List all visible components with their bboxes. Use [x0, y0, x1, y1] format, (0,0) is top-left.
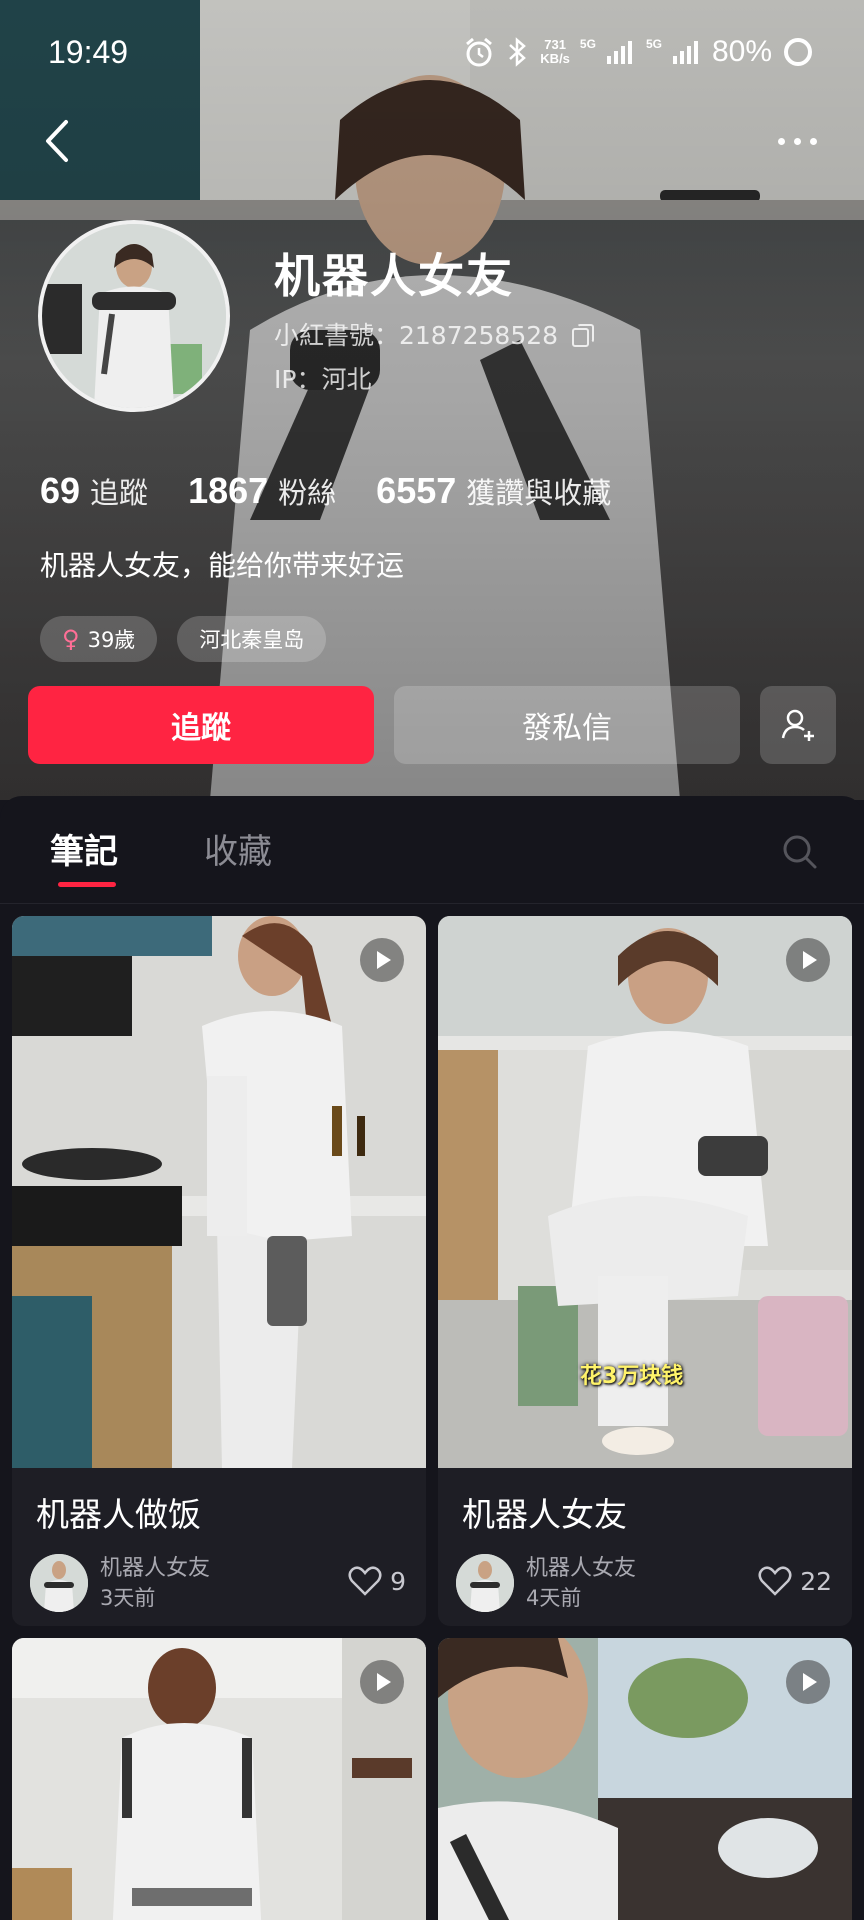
status-bar: 19:49 731 KB/s 5G 5G 80% [0, 0, 864, 110]
video-play-icon [360, 1660, 404, 1704]
heart-icon [348, 1566, 382, 1596]
signal-icon [672, 41, 698, 64]
profile-bio: 机器人女友，能给你带来好运 [40, 549, 405, 582]
like-button[interactable]: 9 [348, 1566, 406, 1596]
post-time: 3天前 [100, 1586, 156, 1610]
note-title: 机器人做饭 [36, 1495, 201, 1534]
message-button[interactable]: 發私信 [394, 686, 740, 764]
copy-icon[interactable] [570, 323, 595, 347]
like-button[interactable]: 22 [758, 1566, 832, 1596]
ip-location: IP：河北 [274, 365, 372, 394]
female-icon: ♀ [62, 625, 80, 653]
red-id: 小紅書號：2187258528 [274, 316, 595, 352]
bluetooth-icon [509, 37, 527, 67]
search-icon[interactable] [780, 832, 820, 872]
battery-level: 80% [711, 35, 772, 68]
author-avatar[interactable] [30, 1554, 88, 1612]
video-play-icon [786, 938, 830, 982]
stat-following[interactable]: 69 追蹤 [40, 470, 148, 512]
author-name[interactable]: 机器人女友 [526, 1550, 636, 1582]
dot-icon [793, 137, 801, 145]
stat-likes-collects[interactable]: 6557 獲讚與收藏 [376, 470, 611, 512]
video-play-icon [360, 938, 404, 982]
profile-actions: 追蹤 發私信 [28, 686, 836, 764]
stat-followers[interactable]: 1867 粉絲 [188, 470, 336, 512]
heart-icon [758, 1566, 792, 1596]
tab-collections[interactable]: 收藏 [204, 824, 272, 873]
note-card[interactable] [12, 1638, 426, 1920]
note-cover [12, 1638, 426, 1920]
note-card[interactable]: 花3万块钱 机器人女友 机器人女友 4天前 22 [438, 916, 852, 1626]
add-friend-button[interactable] [760, 686, 836, 764]
note-card[interactable] [438, 1638, 852, 1920]
note-cover [12, 916, 426, 1468]
battery-ring-icon [784, 38, 812, 66]
tab-notes[interactable]: 筆記 [50, 824, 118, 873]
tab-bar: 筆記 收藏 [0, 796, 864, 904]
notes-panel: 筆記 收藏 机器人做饭 机器人女友 3天前 9 花3万块钱 机器人女友 机器人女… [0, 796, 864, 1920]
clock: 19:49 [48, 34, 129, 70]
note-card[interactable]: 机器人做饭 机器人女友 3天前 9 [12, 916, 426, 1626]
post-time: 4天前 [526, 1586, 582, 1610]
active-tab-indicator [58, 882, 116, 887]
dot-icon [809, 137, 817, 145]
more-options-button[interactable] [770, 126, 824, 156]
signal-icon [606, 41, 632, 64]
author-name[interactable]: 机器人女友 [100, 1550, 210, 1582]
network-speed: 731 KB/s [540, 37, 570, 66]
add-user-icon [781, 709, 814, 741]
author-avatar[interactable] [456, 1554, 514, 1612]
profile-avatar[interactable] [38, 220, 230, 412]
dot-icon [777, 137, 785, 145]
note-cover: 花3万块钱 [438, 916, 852, 1468]
profile-nickname: 机器人女友 [274, 249, 514, 303]
profile-header: 19:49 731 KB/s 5G 5G 80% 机器人女友 小紅書號：2187… [0, 0, 864, 800]
tag-location: 河北秦皇岛 [177, 616, 327, 662]
video-play-icon [786, 1660, 830, 1704]
note-cover [438, 1638, 852, 1920]
follow-button[interactable]: 追蹤 [28, 686, 374, 764]
profile-tags: ♀ 39歲 河北秦皇岛 [40, 616, 327, 662]
back-button[interactable] [38, 114, 78, 168]
note-title: 机器人女友 [462, 1495, 627, 1534]
alarm-icon [466, 37, 493, 67]
video-caption: 花3万块钱 [580, 1364, 684, 1389]
tag-age: ♀ 39歲 [40, 616, 158, 662]
profile-stats: 69 追蹤 1867 粉絲 6557 獲讚與收藏 [40, 470, 611, 512]
